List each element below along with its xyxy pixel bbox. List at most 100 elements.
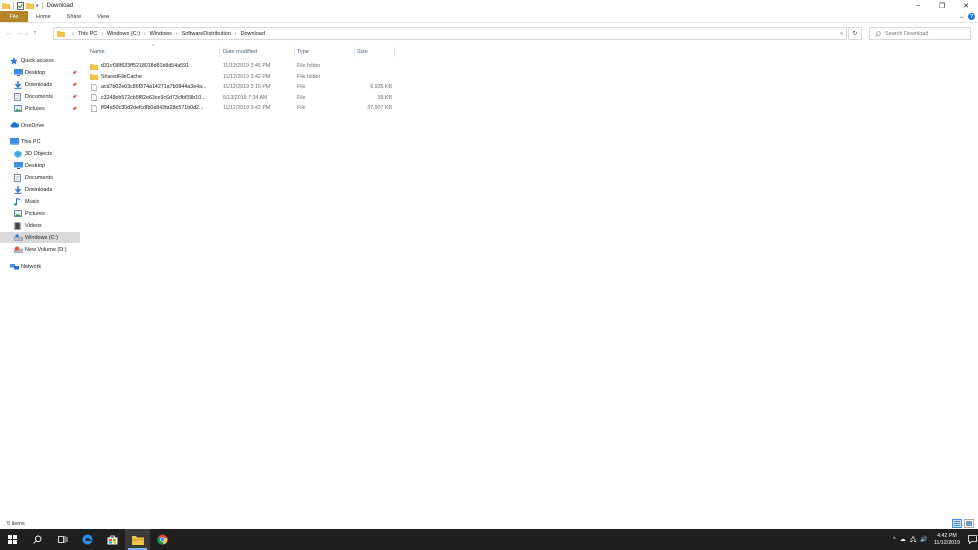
address-history-chevron-down-icon[interactable]: ⌄ <box>839 29 844 36</box>
forward-button[interactable]: → <box>14 27 24 41</box>
taskbar-chrome[interactable] <box>150 529 175 550</box>
volume-icon[interactable]: 🔊 <box>920 536 927 543</box>
file-row[interactable]: acd7b02e03c86f374a14271a7b0844a3e4a... 11… <box>88 82 408 92</box>
tab-view[interactable]: View <box>89 11 117 22</box>
clock[interactable]: 4:42 PM 11/12/2019 <box>934 533 960 547</box>
file-name: ff94a50c30d2defcdfb0e843fa28e571b0d2... <box>101 105 204 112</box>
file-type: File <box>297 84 306 91</box>
customize-qat-chevron-down-icon[interactable]: ▾ <box>36 3 39 9</box>
column-divider[interactable] <box>219 47 220 57</box>
column-header-size[interactable]: Size <box>355 46 395 57</box>
minimize-button[interactable]: – <box>906 0 930 11</box>
nav-item-quick-access[interactable]: Quick access <box>0 55 80 66</box>
breadcrumb-chevron-icon[interactable]: › <box>235 31 237 37</box>
file-name-cell[interactable]: d31cf38f633ff5218018d81b8d54a591 <box>90 61 218 71</box>
download-arrow-icon <box>14 81 22 89</box>
file-row[interactable]: ff94a50c30d2defcdfb0e843fa28e571b0d2... 1… <box>88 103 408 113</box>
details-view-button[interactable] <box>952 519 962 528</box>
file-row[interactable]: d31cf38f633ff5218018d81b8d54a591 11/12/20… <box>88 61 408 71</box>
breadcrumb-chevron-icon[interactable]: › <box>176 31 178 37</box>
show-hidden-icons-chevron-up-icon[interactable]: ^ <box>893 537 896 543</box>
search-icon <box>875 30 881 37</box>
nav-item-desktop[interactable]: Desktop 📌 <box>0 67 80 78</box>
properties-icon[interactable] <box>17 1 24 10</box>
column-header-date-modified[interactable]: Date modified <box>221 46 293 57</box>
nav-item-label: Quick access <box>21 57 54 64</box>
close-button[interactable]: ✕ <box>954 0 978 11</box>
taskbar-store[interactable] <box>100 529 125 550</box>
folder-icon <box>57 31 65 37</box>
tab-share[interactable]: Share <box>59 11 90 22</box>
nav-item-desktop[interactable]: Desktop <box>0 160 80 171</box>
large-icons-view-button[interactable] <box>964 519 974 528</box>
chrome-icon <box>157 534 168 545</box>
pin-icon: 📌 <box>72 82 77 87</box>
expand-ribbon-chevron-down-icon[interactable]: ⌄ <box>959 13 964 20</box>
breadcrumb-this-pc[interactable]: This PC <box>78 31 98 37</box>
nav-item-label: Documents <box>25 174 53 181</box>
address-bar[interactable]: › This PC › Windows (C:) › Windows › Sof… <box>53 27 847 40</box>
nav-item-documents[interactable]: Documents <box>0 172 80 183</box>
search-input[interactable] <box>885 30 965 37</box>
nav-item-network[interactable]: Network <box>0 261 80 272</box>
nav-item-label: Network <box>21 263 42 270</box>
tab-file[interactable]: File <box>0 11 28 22</box>
nav-item-onedrive[interactable]: OneDrive <box>0 120 80 131</box>
nav-item-label: New Volume (D:) <box>25 246 67 253</box>
file-name-cell[interactable]: SharedFileCache <box>90 72 218 82</box>
file-icon <box>90 94 101 102</box>
new-folder-icon[interactable] <box>26 2 34 9</box>
file-name-cell[interactable]: acd7b02e03c86f374a14271a7b0844a3e4a... <box>90 82 218 92</box>
nav-item-this-pc[interactable]: This PC <box>0 136 80 147</box>
nav-item-3d-objects[interactable]: 3D Objects <box>0 148 80 159</box>
nav-item-downloads[interactable]: Downloads 📌 <box>0 79 80 90</box>
network-icon[interactable]: 🖧 <box>910 535 917 545</box>
nav-item-label: Desktop <box>25 162 46 169</box>
help-icon[interactable]: ? <box>968 13 975 20</box>
tab-home[interactable]: Home <box>28 11 59 22</box>
breadcrumb-softwaredistribution[interactable]: SoftwareDistribution <box>182 31 231 37</box>
file-row[interactable]: SharedFileCache 11/12/2019 3:42 PM File fo… <box>88 72 408 82</box>
breadcrumb-windows[interactable]: Windows <box>150 31 172 37</box>
navigation-bar: ← → ⌄ ↑ › This PC › Windows (C:) › Windo… <box>0 25 978 42</box>
file-name: d31cf38f633ff5218018d81b8d54a591 <box>101 63 189 69</box>
restore-button[interactable]: ❐ <box>930 0 954 11</box>
breadcrumb-download[interactable]: Download <box>240 31 264 37</box>
file-row[interactable]: c3248eb572cb5f82e63ce9c6d73cfbf39b10... 6… <box>88 93 408 103</box>
taskbar-edge[interactable] <box>75 529 100 550</box>
action-center-button[interactable] <box>966 529 978 550</box>
file-name-cell[interactable]: c3248eb572cb5f82e63ce9c6d73cfbf39b10... <box>90 93 218 103</box>
details-view-icon <box>954 521 960 526</box>
breadcrumb-windows-c[interactable]: Windows (C:) <box>107 31 140 37</box>
sort-ascending-caret-icon: ^ <box>152 44 155 50</box>
nav-item-new-volume-d[interactable]: New Volume (D:) <box>0 244 80 255</box>
folder-icon <box>90 63 101 70</box>
up-button[interactable]: ↑ <box>30 27 40 41</box>
nav-item-music[interactable]: Music <box>0 196 80 207</box>
start-button[interactable] <box>0 529 25 550</box>
refresh-icon: ↻ <box>852 31 858 37</box>
refresh-button[interactable]: ↻ <box>848 27 862 40</box>
taskbar-file-explorer[interactable] <box>125 529 150 550</box>
column-header-type[interactable]: Type <box>295 46 355 57</box>
nav-item-label: Desktop <box>25 69 46 76</box>
onedrive-cloud-icon[interactable]: ☁ <box>900 536 906 543</box>
task-view-button[interactable] <box>50 529 75 550</box>
column-divider[interactable] <box>394 47 395 57</box>
back-button[interactable]: ← <box>4 27 14 41</box>
file-type: File folder <box>297 73 321 80</box>
breadcrumb-chevron-icon[interactable]: › <box>144 31 146 37</box>
nav-item-videos[interactable]: Videos <box>0 220 80 231</box>
file-name-cell[interactable]: ff94a50c30d2defcdfb0e843fa28e571b0d2... <box>90 103 218 113</box>
nav-item-windows-c[interactable]: Windows (C:) <box>0 232 80 243</box>
breadcrumb-chevron-icon[interactable]: › <box>101 31 103 37</box>
nav-item-documents[interactable]: Documents 📌 <box>0 91 80 102</box>
nav-item-pictures[interactable]: Pictures 📌 <box>0 103 80 114</box>
taskbar-search-button[interactable] <box>25 529 50 550</box>
search-box[interactable] <box>869 27 971 40</box>
breadcrumb-chevron-icon[interactable]: › <box>72 31 74 37</box>
nav-item-downloads[interactable]: Downloads <box>0 184 80 195</box>
nav-item-label: Pictures <box>25 105 45 112</box>
nav-item-pictures[interactable]: Pictures <box>0 208 80 219</box>
item-count: 5 items <box>7 521 25 527</box>
